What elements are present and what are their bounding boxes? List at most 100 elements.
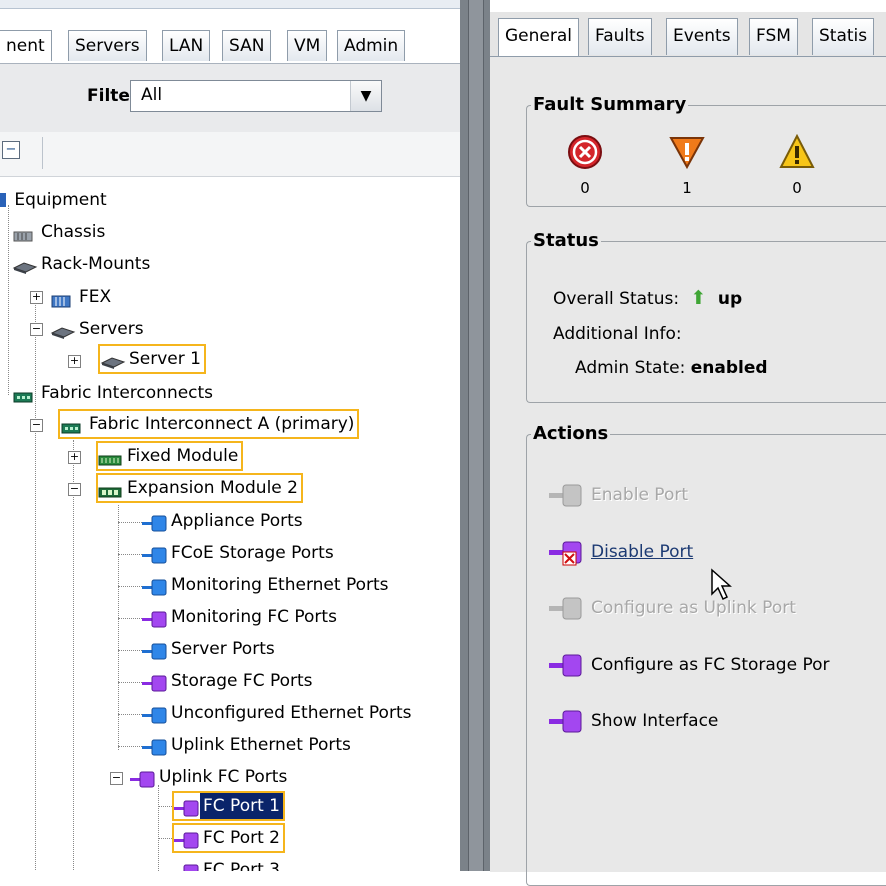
tab-equipment[interactable]: nent — [0, 30, 52, 61]
tree-node-equipment[interactable]: Equipment — [0, 187, 110, 213]
status-group: Status Overall Status: ⬆ up Additional I… — [526, 230, 886, 403]
tree-node-uplink-ethernet-ports[interactable]: Uplink Ethernet Ports — [142, 732, 354, 758]
tab-fsm[interactable]: FSM — [749, 18, 798, 55]
general-panel: Fault Summary 0 1 0 Status Overall Statu… — [490, 56, 886, 886]
tree-node-expansion-module-2[interactable]: Expansion Module 2 — [96, 473, 303, 503]
tree-node-uplink-fc-ports[interactable]: Uplink FC Ports — [130, 764, 290, 790]
details-pane: General Faults Events FSM Statis Fault S… — [490, 0, 886, 886]
navigation-pane: nent Servers LAN SAN VM Admin Filter: Al… — [0, 0, 460, 871]
tab-events[interactable]: Events — [666, 18, 738, 55]
tree-node-fixed-module[interactable]: Fixed Module — [95, 441, 244, 471]
configure-uplink-action[interactable]: Configure as Uplink Port — [549, 591, 796, 625]
major-count: 1 — [682, 179, 692, 197]
tree-node-server-ports[interactable]: Server Ports — [142, 636, 278, 662]
filter-value: All — [141, 85, 163, 105]
tree-node-fex[interactable]: FEX — [50, 284, 114, 310]
ethernet-port-icon — [142, 578, 167, 596]
tree-node-unconfigured-ethernet-ports[interactable]: Unconfigured Ethernet Ports — [142, 700, 414, 726]
minor-count: 0 — [792, 179, 802, 197]
additional-info-label: Additional Info: — [553, 324, 682, 344]
split-divider[interactable] — [460, 0, 490, 871]
tree-node-server-1[interactable]: Server 1 — [98, 344, 206, 374]
toolbar-divider — [42, 137, 43, 169]
tree-node-fcoe-storage-ports[interactable]: FCoE Storage Ports — [142, 540, 337, 566]
disable-port-icon — [549, 540, 583, 566]
fabric-interconnect-icon — [60, 417, 82, 434]
admin-state-row: Admin State: enabled — [575, 358, 768, 378]
collapse-toggle-servers[interactable]: − — [30, 323, 43, 336]
tree-node-servers[interactable]: Servers — [50, 316, 147, 342]
ethernet-port-icon — [142, 642, 167, 660]
module-icon — [98, 481, 122, 498]
tree-node-fabric-interconnect-a[interactable]: Fabric Interconnect A (primary) — [57, 409, 360, 439]
overall-status-label: Overall Status: — [553, 289, 680, 309]
rack-mount-icon — [12, 257, 38, 274]
fex-icon — [50, 290, 72, 308]
major-fault-icon — [669, 137, 705, 170]
tree-line — [8, 205, 9, 395]
chevron-down-icon[interactable]: ▼ — [350, 81, 381, 111]
tab-vm[interactable]: VM — [287, 30, 328, 61]
tree-node-monitoring-ethernet-ports[interactable]: Monitoring Ethernet Ports — [142, 572, 392, 598]
tree-node-storage-fc-ports[interactable]: Storage FC Ports — [142, 668, 316, 694]
tree-node-chassis[interactable]: Chassis — [12, 219, 108, 245]
tab-admin[interactable]: Admin — [337, 30, 406, 61]
enable-port-icon — [549, 483, 583, 507]
fault-summary-group: Fault Summary 0 1 0 — [526, 94, 886, 207]
tab-faults[interactable]: Faults — [588, 18, 652, 55]
server-group-icon — [50, 322, 76, 339]
collapse-toggle-fi-a[interactable]: − — [30, 419, 43, 432]
tab-servers[interactable]: Servers — [68, 30, 147, 61]
admin-state-value: enabled — [690, 358, 768, 378]
top-strip — [0, 0, 460, 9]
ethernet-port-icon — [142, 706, 167, 724]
fc-port-icon — [174, 831, 199, 849]
collapse-toggle-expansion-module[interactable]: − — [68, 483, 81, 496]
major-fault[interactable]: 1 — [667, 134, 707, 197]
module-icon — [98, 449, 122, 466]
configure-uplink-icon — [549, 596, 583, 620]
minor-fault-icon — [779, 133, 815, 168]
tree-node-fc-port-3[interactable]: FC Port 3 — [174, 857, 283, 871]
tree-line — [158, 785, 159, 871]
tab-general[interactable]: General — [498, 18, 579, 57]
tab-statistics[interactable]: Statis — [812, 18, 875, 55]
tree-node-fabric-interconnects[interactable]: Fabric Interconnects — [12, 380, 216, 406]
actions-group: Actions Enable Port Disable Port Configu… — [526, 423, 886, 886]
tab-lan[interactable]: LAN — [162, 30, 211, 61]
expand-toggle-server1[interactable]: + — [68, 355, 81, 368]
ethernet-port-icon — [142, 546, 167, 564]
critical-fault-icon — [568, 135, 602, 169]
configure-fc-storage-action[interactable]: Configure as FC Storage Por — [549, 648, 829, 682]
disable-port-action[interactable]: Disable Port — [549, 535, 693, 569]
ethernet-port-icon — [142, 738, 167, 756]
fabric-interconnect-icon — [12, 386, 34, 403]
status-title: Status — [531, 230, 601, 251]
tree-node-fc-port-2[interactable]: FC Port 2 — [172, 823, 285, 853]
mouse-cursor-icon — [711, 568, 732, 601]
minor-fault[interactable]: 0 — [777, 133, 817, 197]
tree-node-appliance-ports[interactable]: Appliance Ports — [142, 508, 306, 534]
fc-port-icon — [142, 674, 167, 692]
tree-node-monitoring-fc-ports[interactable]: Monitoring FC Ports — [142, 604, 340, 630]
enable-port-action[interactable]: Enable Port — [549, 478, 688, 512]
expand-toggle-fex[interactable]: + — [30, 291, 43, 304]
expand-toggle-fixed-module[interactable]: + — [68, 451, 81, 464]
critical-fault[interactable]: 0 — [565, 134, 605, 197]
fc-port-icon — [549, 653, 583, 677]
collapse-toggle-uplink-fc[interactable]: − — [110, 772, 123, 785]
fc-port-icon — [130, 770, 155, 788]
fault-summary-title: Fault Summary — [531, 94, 689, 115]
chassis-icon — [12, 225, 34, 242]
tree-toolbar — [0, 132, 460, 177]
tree-node-rack-mounts[interactable]: Rack-Mounts — [12, 251, 153, 277]
tree-node-fc-port-1[interactable]: FC Port 1 — [172, 791, 285, 821]
tab-san[interactable]: SAN — [222, 30, 272, 61]
actions-title: Actions — [531, 423, 611, 444]
show-interface-action[interactable]: Show Interface — [549, 704, 718, 738]
fc-port-icon — [174, 799, 199, 817]
filter-dropdown[interactable]: All ▼ — [130, 80, 382, 112]
collapse-all-icon[interactable]: − — [2, 141, 20, 159]
splitter-handle[interactable] — [468, 0, 484, 871]
fc-port-icon — [142, 610, 167, 628]
